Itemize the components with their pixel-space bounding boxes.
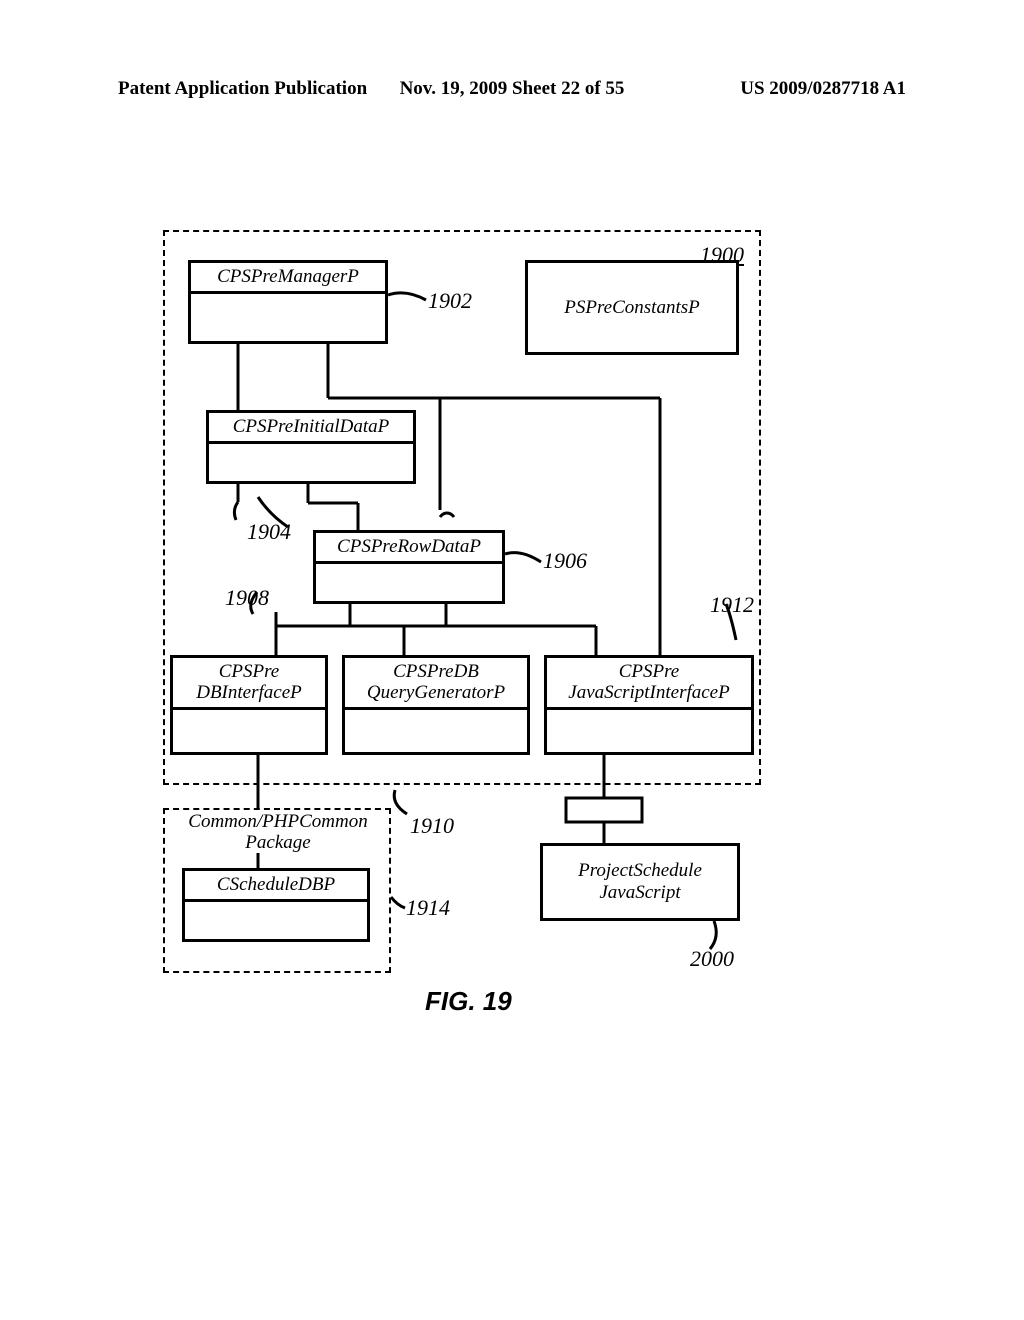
- class-pspreconstantsp: PSPreConstantsP: [525, 260, 739, 355]
- class-cpsprerowdatap: CPSPreRowDataP: [313, 530, 505, 604]
- package-common-title: Common/PHPCommonPackage: [175, 812, 381, 854]
- class-title: CScheduleDBP: [185, 871, 367, 899]
- ref-2000: 2000: [690, 946, 734, 972]
- class-title: CPSPreManagerP: [191, 263, 385, 291]
- ref-1908: 1908: [225, 585, 269, 611]
- class-cpspredbinterfacep: CPSPreDBInterfaceP: [170, 655, 328, 755]
- class-cpspremanagerp: CPSPreManagerP: [188, 260, 388, 344]
- class-cpspredbquerygeneratorp: CPSPreDBQueryGeneratorP: [342, 655, 530, 755]
- header-left: Patent Application Publication: [118, 78, 367, 100]
- header-center: Nov. 19, 2009 Sheet 22 of 55: [400, 78, 625, 100]
- ref-1906: 1906: [543, 548, 587, 574]
- class-title: PSPreConstantsP: [564, 297, 699, 319]
- class-title-line2: JavaScript: [599, 882, 680, 904]
- ref-1914: 1914: [406, 895, 450, 921]
- header-right: US 2009/0287718 A1: [740, 78, 906, 100]
- class-projectschedule-javascript: ProjectSchedule JavaScript: [540, 843, 740, 921]
- class-cscheduledbp: CScheduleDBP: [182, 868, 370, 942]
- class-title-line1: ProjectSchedule: [578, 860, 702, 882]
- page-header: Patent Application Publication Nov. 19, …: [118, 78, 906, 100]
- class-cpsprejavascriptinterfacep: CPSPreJavaScriptInterfaceP: [544, 655, 754, 755]
- class-title: CPSPreJavaScriptInterfaceP: [547, 658, 751, 707]
- figure-caption: FIG. 19: [425, 986, 512, 1017]
- ref-1904: 1904: [247, 519, 291, 545]
- class-title: CPSPreDBInterfaceP: [173, 658, 325, 707]
- class-title: CPSPreDBQueryGeneratorP: [345, 658, 527, 707]
- class-cpspreinitialdatap: CPSPreInitialDataP: [206, 410, 416, 484]
- ref-1910: 1910: [410, 813, 454, 839]
- class-title: CPSPreRowDataP: [316, 533, 502, 561]
- ref-1912: 1912: [710, 592, 754, 618]
- class-title: CPSPreInitialDataP: [209, 413, 413, 441]
- ref-1902: 1902: [428, 288, 472, 314]
